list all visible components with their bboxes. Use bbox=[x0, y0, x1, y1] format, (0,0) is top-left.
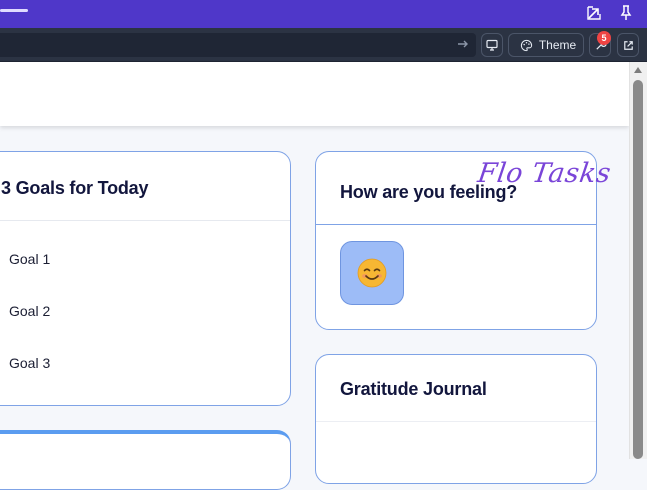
pin-icon[interactable] bbox=[617, 4, 635, 22]
theme-label: Theme bbox=[538, 38, 577, 52]
gratitude-card: Gratitude Journal bbox=[315, 354, 597, 484]
notification-badge: 5 bbox=[597, 31, 611, 45]
goal-item[interactable]: Goal 3 bbox=[9, 355, 50, 371]
goals-card: 3 Goals for Today Goal 1 Goal 2 Goal 3 bbox=[0, 151, 291, 406]
mood-divider bbox=[316, 224, 596, 225]
scroll-up-icon[interactable] bbox=[634, 67, 642, 73]
theme-button[interactable]: Theme bbox=[508, 33, 584, 57]
gratitude-title: Gratitude Journal bbox=[340, 379, 487, 399]
display-button[interactable] bbox=[481, 33, 503, 57]
arrow-right-icon[interactable] bbox=[456, 37, 470, 51]
smiling-face-icon bbox=[357, 258, 387, 288]
brand-watermark: Flo Tasks bbox=[475, 158, 613, 189]
scrollbar[interactable] bbox=[629, 62, 647, 459]
window-titlebar bbox=[0, 0, 647, 28]
palette-icon bbox=[520, 39, 532, 51]
gratitude-divider bbox=[316, 421, 596, 422]
mood-button[interactable] bbox=[340, 241, 404, 305]
monitor-icon bbox=[486, 39, 498, 51]
external-link-icon bbox=[623, 40, 633, 50]
address-bar[interactable] bbox=[0, 33, 476, 57]
scrollbar-thumb[interactable] bbox=[633, 80, 643, 459]
goals-divider bbox=[0, 220, 290, 221]
browser-toolbar: Theme bbox=[0, 28, 647, 62]
goals-title: 3 Goals for Today bbox=[1, 178, 149, 198]
next-card bbox=[0, 430, 291, 490]
popout-button[interactable] bbox=[617, 33, 639, 57]
goal-item[interactable]: Goal 1 bbox=[9, 251, 50, 267]
page-header bbox=[0, 62, 629, 126]
drag-handle[interactable] bbox=[0, 9, 28, 12]
goal-item[interactable]: Goal 2 bbox=[9, 303, 50, 319]
open-external-icon[interactable] bbox=[585, 4, 603, 22]
